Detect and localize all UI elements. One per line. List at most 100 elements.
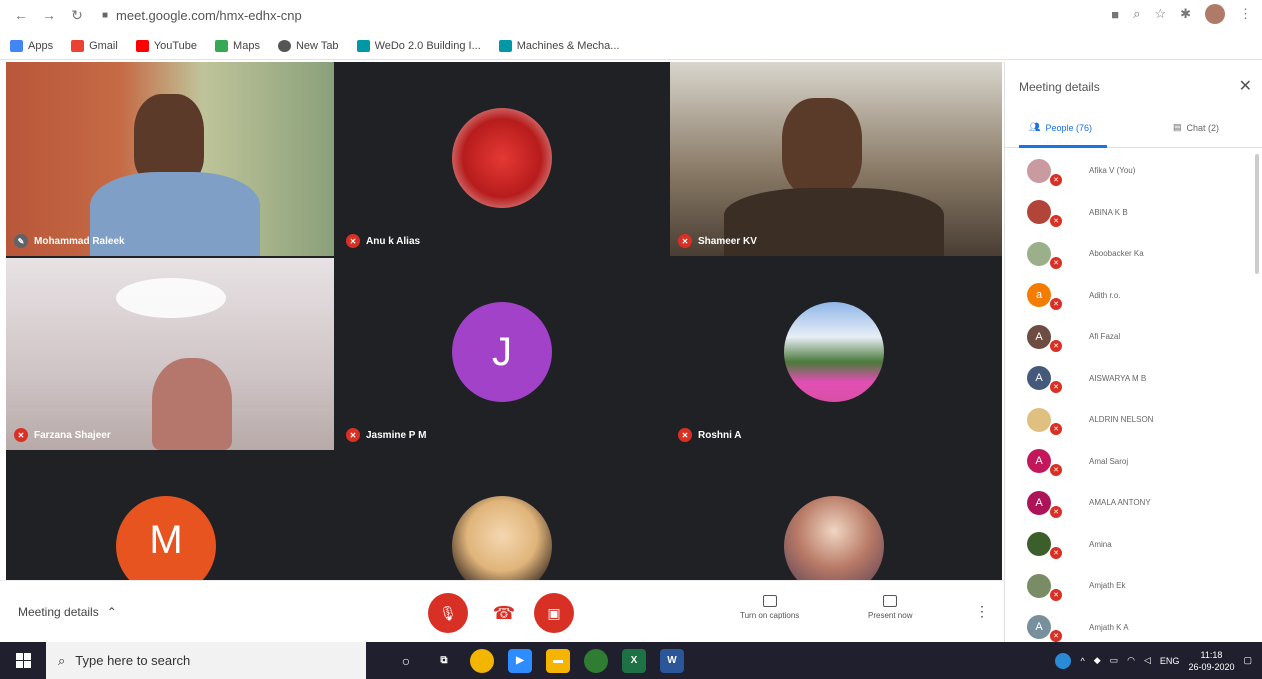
zoom-icon[interactable]: ⌕ bbox=[1133, 6, 1140, 22]
zoom-app-icon[interactable]: ▶ bbox=[508, 648, 532, 673]
participant-tile[interactable]: ✎ Mohammad Raleek bbox=[6, 62, 334, 256]
chat-icon: ▤ bbox=[1173, 122, 1182, 132]
excel-icon[interactable]: X bbox=[622, 648, 646, 673]
meeting-details-toggle[interactable]: Meeting details ⌃ bbox=[18, 605, 117, 619]
url-text: meet.google.com/hmx-edhx-cnp bbox=[116, 7, 302, 23]
avatar: A ✕ bbox=[1027, 449, 1063, 478]
mic-off-icon: ✕ bbox=[14, 428, 28, 442]
star-icon[interactable]: ☆ bbox=[1154, 6, 1166, 22]
start-button[interactable] bbox=[0, 642, 46, 679]
system-tray: ^ ◆ ▭ ◠ ◁ ENG 11:18 26-09-2020 ▢ bbox=[1055, 642, 1252, 679]
volume-icon[interactable]: ◁ bbox=[1144, 655, 1151, 666]
participant-avatar bbox=[784, 496, 884, 580]
bookmark-machines[interactable]: Machines & Mecha... bbox=[498, 39, 619, 52]
participant-name: ABINA K B bbox=[1089, 207, 1128, 217]
list-item[interactable]: ✕ ABINA K B bbox=[1005, 192, 1262, 234]
store-icon[interactable] bbox=[584, 648, 608, 673]
extensions-icon[interactable]: ✱ bbox=[1180, 6, 1191, 22]
network-icon[interactable]: ◆ bbox=[1094, 655, 1101, 666]
participant-tile[interactable]: M bbox=[6, 452, 334, 580]
address-bar[interactable]: ■ meet.google.com/hmx-edhx-cnp bbox=[102, 4, 302, 26]
participant-name: ALDRIN NELSON bbox=[1089, 415, 1154, 425]
participant-tile[interactable]: ✕ Roshni A bbox=[670, 258, 1002, 450]
menu-icon[interactable]: ⋮ bbox=[1239, 6, 1252, 22]
hang-up-icon: ☎︎ bbox=[492, 602, 516, 623]
reload-icon[interactable]: ↻ bbox=[66, 4, 88, 26]
people-list: ✕ Afika V (You) ✕ ABINA K B ✕ Aboobacker Ka a ✕… bbox=[1005, 150, 1262, 642]
participant-video-body bbox=[724, 188, 944, 256]
participant-name: Aboobacker Ka bbox=[1089, 249, 1144, 259]
participant-tile[interactable]: ✕ Shameer KV bbox=[670, 62, 1002, 256]
participant-tile[interactable]: ✕ Farzana Shajeer bbox=[6, 258, 334, 450]
active-tab-indicator bbox=[1019, 145, 1107, 148]
more-options-icon[interactable]: ⋮ bbox=[975, 603, 989, 620]
list-item[interactable]: A ✕ AMALA ANTONY bbox=[1005, 482, 1262, 524]
app-tray-icon[interactable] bbox=[1055, 652, 1072, 669]
bookmark-wedo[interactable]: WeDo 2.0 Building I... bbox=[356, 39, 481, 52]
participant-tile[interactable] bbox=[670, 452, 1002, 580]
camera-indicator-icon[interactable]: ■ bbox=[1111, 7, 1119, 22]
list-item[interactable]: A ✕ Amal Saroj bbox=[1005, 441, 1262, 483]
tab-chat[interactable]: ▤ Chat (2) bbox=[1173, 122, 1219, 133]
list-item[interactable]: a ✕ Adith r.o. bbox=[1005, 275, 1262, 317]
participant-video bbox=[134, 94, 204, 184]
cortana-icon[interactable]: ○ bbox=[394, 649, 418, 673]
clock[interactable]: 11:18 26-09-2020 bbox=[1188, 649, 1234, 673]
bookmark-gmail[interactable]: Gmail bbox=[71, 39, 118, 52]
close-icon[interactable]: ✕ bbox=[1239, 76, 1252, 96]
list-item[interactable]: ✕ Amina bbox=[1005, 524, 1262, 566]
taskbar-search[interactable]: ⌕ Type here to search bbox=[46, 642, 366, 679]
list-item[interactable]: A ✕ Amjath K A bbox=[1005, 607, 1262, 642]
chevron-up-icon[interactable]: ^ bbox=[1080, 656, 1084, 666]
notifications-icon[interactable]: ▢ bbox=[1243, 655, 1252, 666]
participant-avatar bbox=[452, 108, 552, 208]
file-explorer-icon[interactable]: ▬ bbox=[546, 648, 570, 673]
forward-icon[interactable]: → bbox=[38, 4, 60, 26]
present-icon bbox=[883, 595, 898, 607]
scrollbar[interactable] bbox=[1255, 154, 1259, 274]
mic-off-icon: ✕ bbox=[1049, 380, 1063, 395]
participant-tile[interactable]: ✕ Anu k Alias bbox=[338, 62, 666, 256]
back-icon[interactable]: ← bbox=[10, 4, 32, 26]
bookmark-new-tab[interactable]: New Tab bbox=[277, 39, 339, 52]
captions-button[interactable]: Turn on captions bbox=[740, 595, 799, 620]
mic-off-icon: ✕ bbox=[1049, 172, 1063, 187]
taskbar: ⌕ Type here to search ○ ⧉ ▶ ▬ X W ^ ◆ ▭ … bbox=[0, 642, 1262, 679]
leave-call-button[interactable]: ☎︎ bbox=[484, 593, 524, 633]
word-icon[interactable]: W bbox=[660, 648, 684, 673]
present-now-button[interactable]: Present now bbox=[868, 595, 912, 620]
avatar: ✕ bbox=[1027, 573, 1063, 602]
participant-tile[interactable] bbox=[338, 452, 666, 580]
mic-toggle-button[interactable]: 🎙︎ bbox=[428, 593, 468, 633]
list-item[interactable]: A ✕ AISWARYA M B bbox=[1005, 358, 1262, 400]
list-item[interactable]: A ✕ Afi Fazal bbox=[1005, 316, 1262, 358]
list-item[interactable]: ✕ Afika V (You) bbox=[1005, 150, 1262, 192]
list-item[interactable]: ✕ Aboobacker Ka bbox=[1005, 233, 1262, 275]
avatar: a ✕ bbox=[1027, 283, 1063, 312]
meeting-details-panel: Meeting details ✕ 👥︎ People (76) ▤ Chat … bbox=[1004, 62, 1262, 642]
participant-tile[interactable]: J ✕ Jasmine P M bbox=[338, 258, 666, 450]
task-view-icon[interactable]: ⧉ bbox=[432, 649, 456, 673]
language-indicator[interactable]: ENG bbox=[1160, 656, 1180, 666]
list-item[interactable]: ✕ Amjath Ek bbox=[1005, 565, 1262, 607]
chevron-up-icon: ⌃ bbox=[106, 605, 117, 619]
list-item[interactable]: ✕ ALDRIN NELSON bbox=[1005, 399, 1262, 441]
panel-tabs: 👥︎ People (76) ▤ Chat (2) bbox=[1005, 112, 1262, 148]
participant-name: Afi Fazal bbox=[1089, 332, 1121, 342]
bookmark-apps[interactable]: Apps bbox=[10, 39, 53, 52]
browser-actions: ■ ⌕ ☆ ✱ ⋮ bbox=[1111, 4, 1252, 24]
chrome-icon[interactable] bbox=[470, 648, 494, 673]
bookmark-youtube[interactable]: YouTube bbox=[135, 39, 197, 52]
tab-people[interactable]: 👥︎ People (76) bbox=[1029, 122, 1092, 133]
participant-avatar bbox=[452, 496, 552, 580]
mic-off-icon: ✕ bbox=[1049, 297, 1063, 312]
camera-toggle-button[interactable]: ▣ bbox=[534, 593, 574, 633]
profile-avatar[interactable] bbox=[1205, 4, 1225, 24]
participant-name: Amina bbox=[1089, 539, 1112, 549]
bookmark-maps[interactable]: Maps bbox=[215, 39, 260, 52]
mic-off-icon: ✕ bbox=[1049, 214, 1063, 229]
wifi-icon[interactable]: ◠ bbox=[1127, 655, 1135, 666]
avatar: ✕ bbox=[1027, 200, 1063, 229]
battery-icon[interactable]: ▭ bbox=[1110, 655, 1119, 666]
avatar: A ✕ bbox=[1027, 366, 1063, 395]
